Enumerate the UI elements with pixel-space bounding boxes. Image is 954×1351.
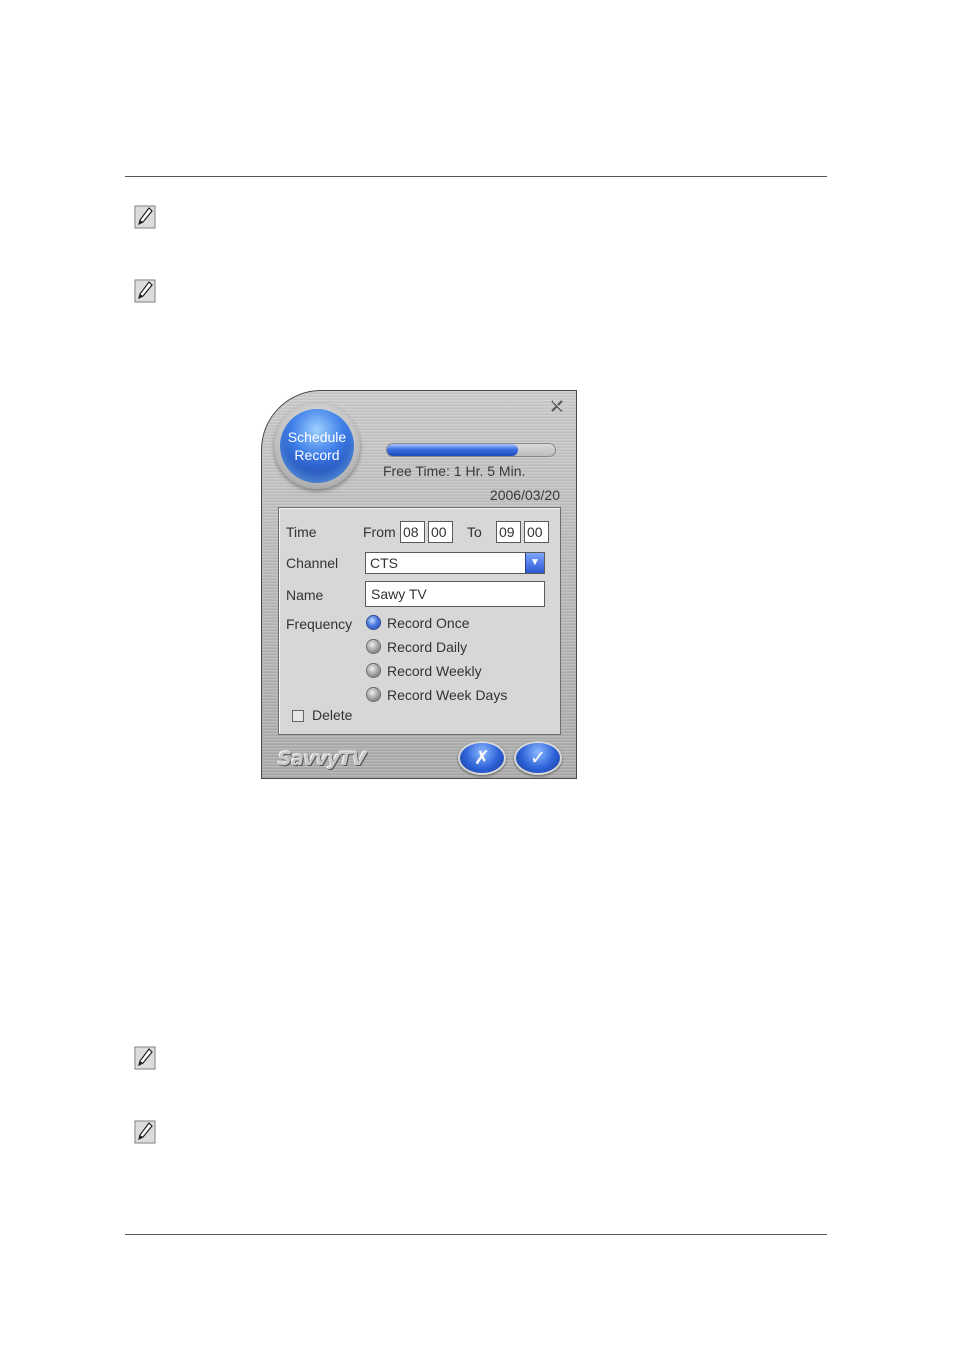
orb-line2: Record [294, 447, 340, 463]
name-label: Name [286, 587, 324, 603]
to-label: To [467, 524, 482, 540]
to-minute-input[interactable]: 00 [524, 521, 549, 543]
channel-value: CTS [370, 555, 398, 571]
schedule-record-orb-ring: Schedule Record [274, 403, 360, 489]
note-pencil-icon [134, 1119, 156, 1145]
radio-record-weekly[interactable] [367, 664, 380, 677]
note-pencil-icon [134, 278, 156, 304]
x-icon: ✗ [474, 747, 490, 769]
free-time-progress-bar [386, 443, 556, 457]
progress-fill [387, 444, 519, 456]
close-icon[interactable] [550, 399, 564, 413]
top-rule [125, 176, 827, 177]
from-label: From [363, 524, 396, 540]
channel-select[interactable]: CTS ▼ [365, 552, 545, 574]
ok-button[interactable]: ✓ [514, 741, 562, 775]
to-hour-input[interactable]: 09 [496, 521, 521, 543]
delete-checkbox[interactable] [292, 710, 304, 722]
delete-label[interactable]: Delete [312, 707, 352, 723]
orb-line1: Schedule [287, 429, 347, 445]
date-text: 2006/03/20 [489, 487, 560, 503]
channel-label: Channel [286, 555, 339, 571]
frequency-label: Frequency [286, 616, 353, 632]
schedule-record-dialog: Schedule Record Free Time: 1 Hr. 5 Min. … [261, 390, 577, 779]
bottom-rule [125, 1234, 827, 1235]
radio-record-once[interactable] [367, 616, 380, 629]
time-label: Time [286, 524, 317, 540]
radio-record-week-days[interactable] [367, 688, 380, 701]
radio-record-daily[interactable] [367, 640, 380, 653]
radio-label-record-once[interactable]: Record Once [387, 615, 469, 631]
schedule-form-panel: Time From 08 00 To 09 00 Channel CTS ▼ N… [278, 507, 561, 735]
checkmark-icon: ✓ [530, 747, 546, 769]
cancel-button[interactable]: ✗ [458, 741, 506, 775]
schedule-record-orb: Schedule Record [280, 409, 354, 483]
radio-label-record-weekly[interactable]: Record Weekly [387, 663, 482, 679]
from-minute-input[interactable]: 00 [428, 521, 453, 543]
savvy-tv-logo: SavvyTV [278, 748, 366, 770]
name-input[interactable]: Sawy TV [365, 581, 545, 607]
free-time-text: Free Time: 1 Hr. 5 Min. [383, 463, 526, 479]
note-pencil-icon [134, 1045, 156, 1071]
note-pencil-icon [134, 204, 156, 230]
chevron-down-icon[interactable]: ▼ [525, 553, 544, 573]
radio-label-record-daily[interactable]: Record Daily [387, 639, 467, 655]
from-hour-input[interactable]: 08 [400, 521, 425, 543]
radio-label-record-week-days[interactable]: Record Week Days [387, 687, 507, 703]
